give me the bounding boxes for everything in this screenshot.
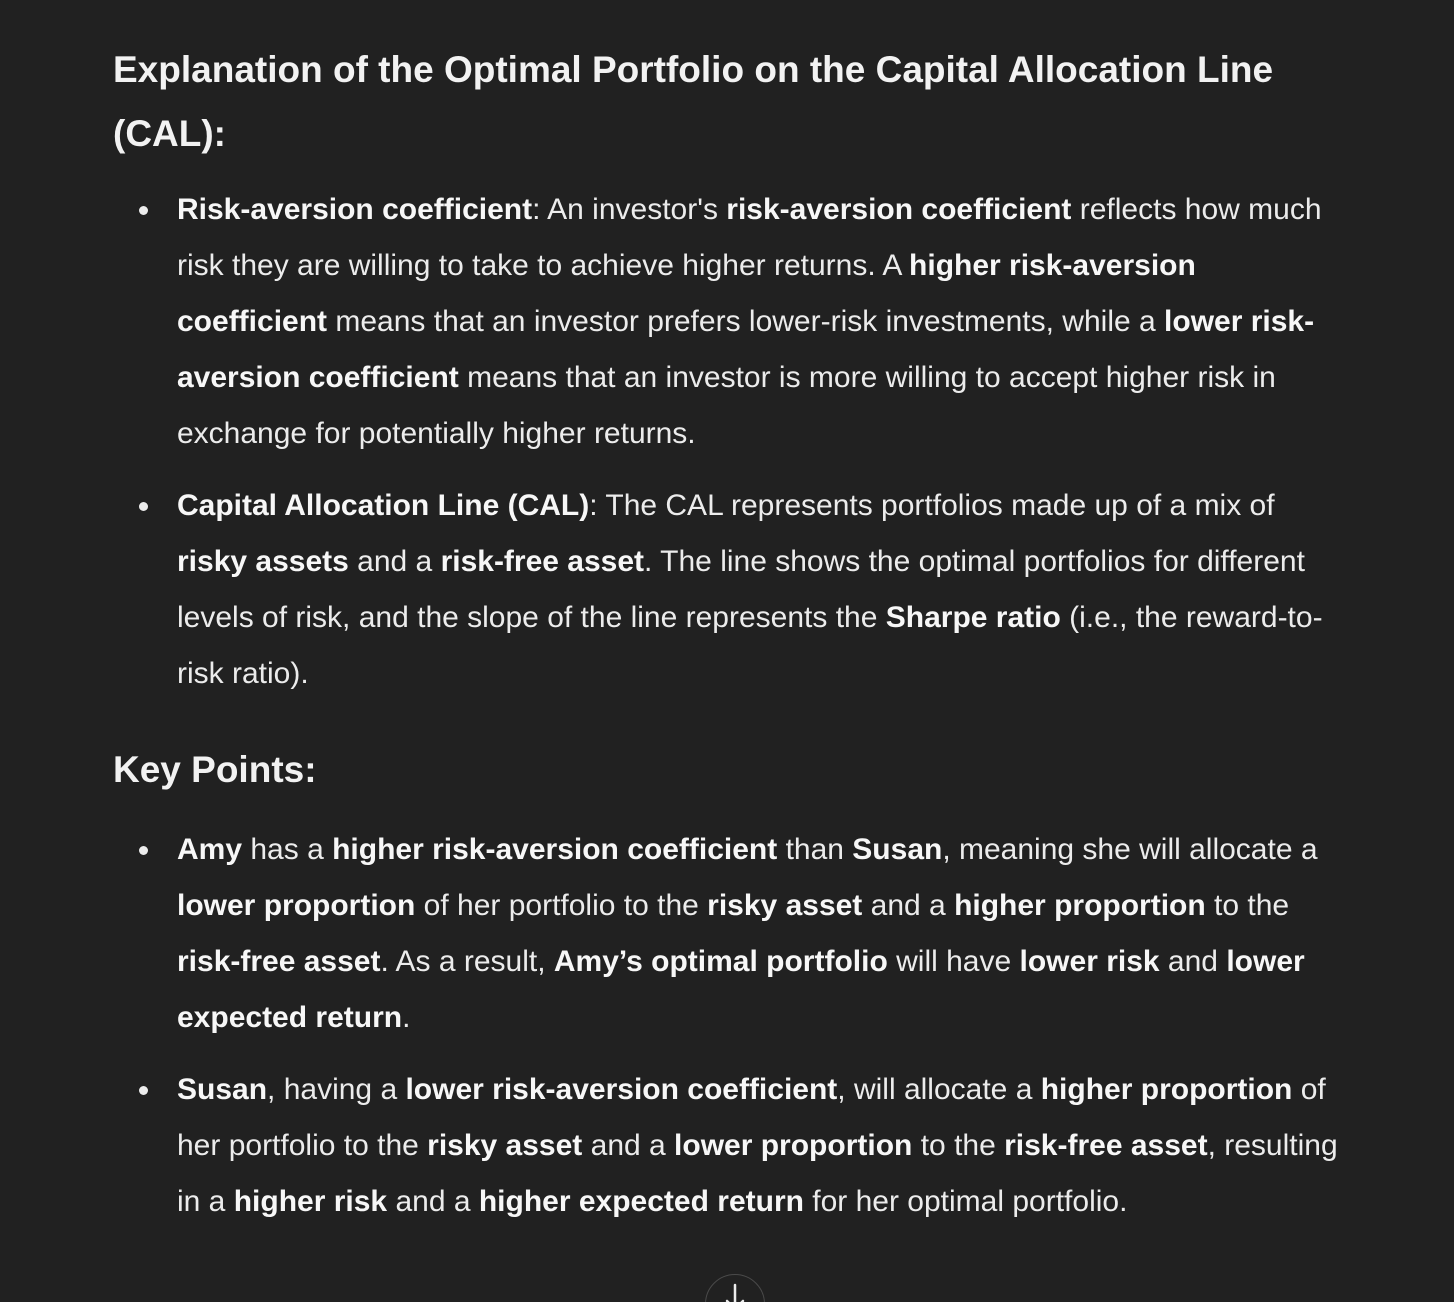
list-item: Capital Allocation Line (CAL): The CAL r… xyxy=(113,478,1343,702)
section-heading-key-points: Key Points: xyxy=(113,749,317,790)
bold-term: risky assets xyxy=(177,545,349,578)
text-segment: than xyxy=(777,833,853,866)
bold-term: Amy’s optimal portfolio xyxy=(553,945,888,978)
explanation-list: Risk-aversion coefficient: An investor's… xyxy=(113,182,1343,702)
text-segment: will have xyxy=(887,945,1020,978)
text-segment: . As a result, xyxy=(380,945,554,978)
list-item: Risk-aversion coefficient: An investor's… xyxy=(113,182,1343,462)
text-segment: means that an investor prefers lower-ris… xyxy=(327,305,1165,338)
text-segment: : An investor's xyxy=(532,193,727,226)
bold-term: risk-aversion coefficient xyxy=(726,193,1072,226)
bold-term: risk-free asset xyxy=(1004,1129,1208,1162)
bold-term: risk-free asset xyxy=(440,545,645,578)
list-item: Susan, having a lower risk-aversion coef… xyxy=(113,1062,1343,1230)
text-segment: of her portfolio to the xyxy=(415,889,708,922)
text-segment: : The CAL represents portfolios made up … xyxy=(589,489,1275,522)
bold-term: higher proportion xyxy=(954,889,1206,922)
text-segment: for her optimal portfolio. xyxy=(803,1185,1128,1218)
section-heading-explanation: Explanation of the Optimal Portfolio on … xyxy=(113,49,1274,154)
text-segment: , meaning she will allocate a xyxy=(942,833,1318,866)
bold-term: higher risk xyxy=(233,1185,388,1218)
message-content: Explanation of the Optimal Portfolio on … xyxy=(113,38,1343,1246)
text-segment: and a xyxy=(862,889,955,922)
key-points-list: Amy has a higher risk-aversion coefficie… xyxy=(113,822,1343,1230)
text-segment: to the xyxy=(1205,889,1290,922)
text-segment: and a xyxy=(348,545,441,578)
scroll-to-bottom-button[interactable] xyxy=(705,1274,765,1302)
text-segment: , will allocate a xyxy=(837,1073,1041,1106)
bold-term: Capital Allocation Line (CAL) xyxy=(177,489,590,522)
bold-term: risky asset xyxy=(707,889,863,922)
text-segment: , having a xyxy=(267,1073,406,1106)
bold-term: lower risk-aversion coefficient xyxy=(405,1073,838,1106)
bold-term: risky asset xyxy=(427,1129,583,1162)
text-segment: and xyxy=(1159,945,1227,978)
text-segment: and a xyxy=(387,1185,479,1218)
list-item: Amy has a higher risk-aversion coefficie… xyxy=(113,822,1343,1046)
bold-term: higher expected return xyxy=(478,1185,804,1218)
arrow-down-icon xyxy=(725,1283,745,1302)
bold-term: higher proportion xyxy=(1040,1073,1293,1106)
bold-term: Sharpe ratio xyxy=(885,601,1061,634)
bold-term: risk-free asset xyxy=(177,945,381,978)
text-segment: and a xyxy=(582,1129,675,1162)
bold-term: Amy xyxy=(177,833,243,866)
bold-term: higher risk-aversion coefficient xyxy=(332,833,778,866)
bold-term: Risk-aversion coefficient xyxy=(177,193,533,226)
bold-term: Susan xyxy=(852,833,943,866)
text-segment: has a xyxy=(242,833,333,866)
bold-term: lower proportion xyxy=(177,889,416,922)
bold-term: lower risk xyxy=(1019,945,1160,978)
text-segment: . xyxy=(402,1001,411,1034)
text-segment: to the xyxy=(912,1129,1005,1162)
bold-term: Susan xyxy=(177,1073,268,1106)
bold-term: lower proportion xyxy=(674,1129,913,1162)
